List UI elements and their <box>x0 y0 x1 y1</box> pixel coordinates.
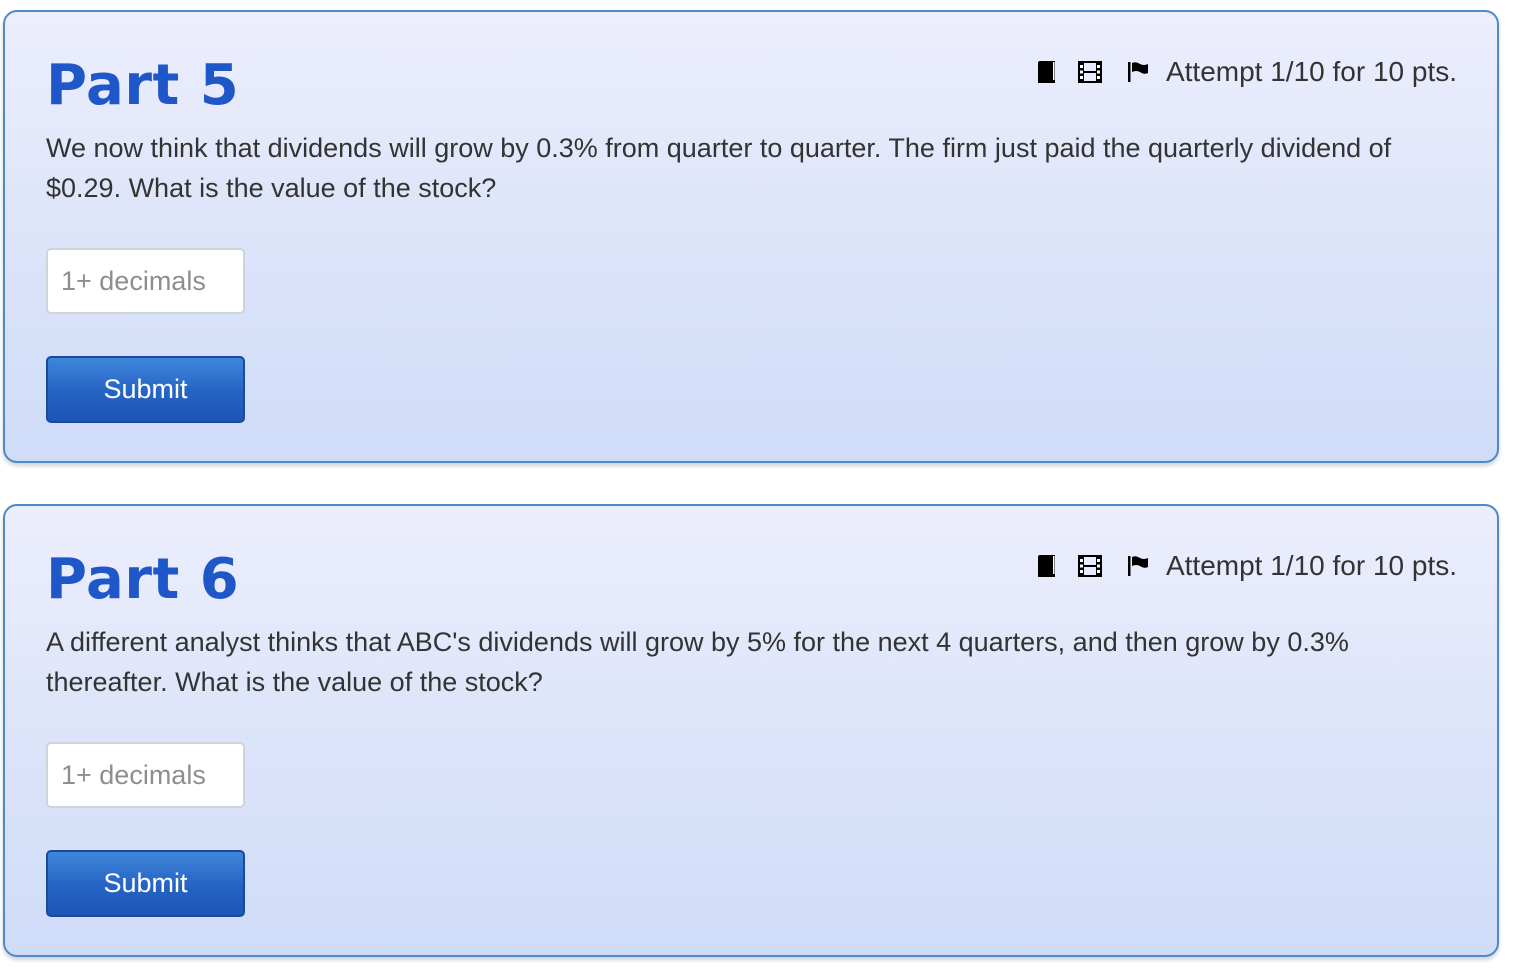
part-title: Part 6 <box>46 547 240 612</box>
submit-button[interactable]: Submit <box>46 850 245 917</box>
flag-icon[interactable] <box>1126 60 1150 84</box>
submit-button[interactable]: Submit <box>46 356 245 423</box>
attempt-status: Attempt 1/10 for 10 pts. <box>1165 56 1457 87</box>
book-icon[interactable] <box>1034 60 1058 84</box>
attempt-status: Attempt 1/10 for 10 pts. <box>1165 550 1457 581</box>
answer-input[interactable] <box>46 742 245 808</box>
question-text: We now think that dividends will grow by… <box>46 133 1392 203</box>
film-icon[interactable] <box>1077 554 1102 578</box>
film-icon[interactable] <box>1077 60 1102 84</box>
part-5-card: Part 5 Attempt 1/10 for 10 pts. We now t… <box>3 10 1499 463</box>
question-text: A different analyst thinks that ABC's di… <box>46 627 1349 697</box>
part-title: Part 5 <box>46 53 240 118</box>
answer-input[interactable] <box>46 248 245 314</box>
book-icon[interactable] <box>1034 554 1058 578</box>
part-6-card: Part 6 Attempt 1/10 for 10 pts. A differ… <box>3 504 1499 957</box>
part-toolbar: Attempt 1/10 for 10 pts. <box>1034 550 1457 582</box>
flag-icon[interactable] <box>1126 554 1150 578</box>
part-toolbar: Attempt 1/10 for 10 pts. <box>1034 56 1457 88</box>
